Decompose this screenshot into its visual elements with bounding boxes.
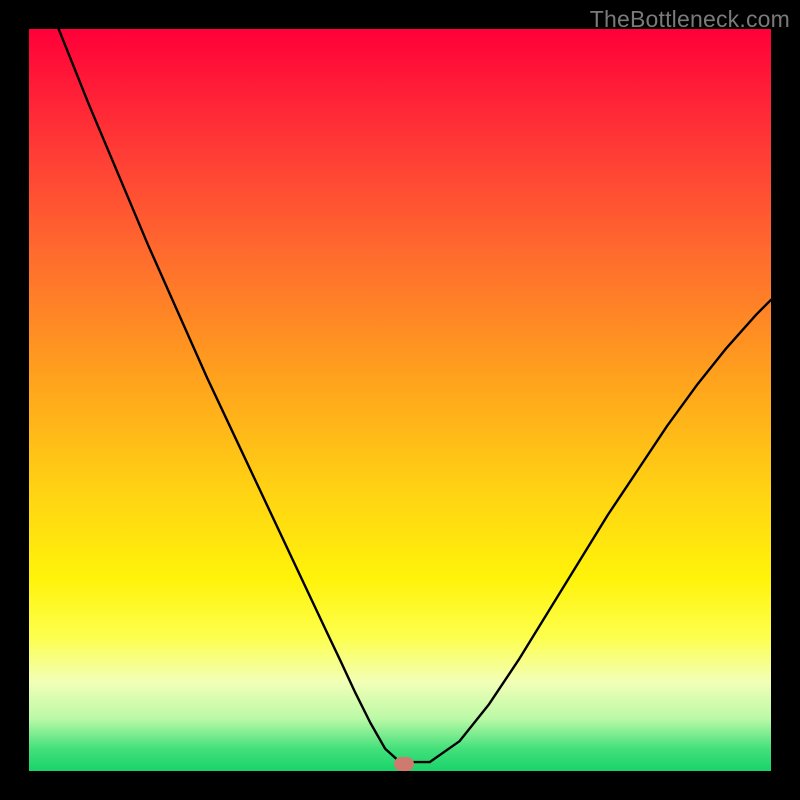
bottleneck-curve bbox=[29, 29, 771, 771]
optimal-point-marker bbox=[394, 757, 414, 771]
watermark-text: TheBottleneck.com bbox=[590, 6, 790, 33]
plot-area bbox=[29, 29, 771, 771]
chart-frame: TheBottleneck.com bbox=[0, 0, 800, 800]
